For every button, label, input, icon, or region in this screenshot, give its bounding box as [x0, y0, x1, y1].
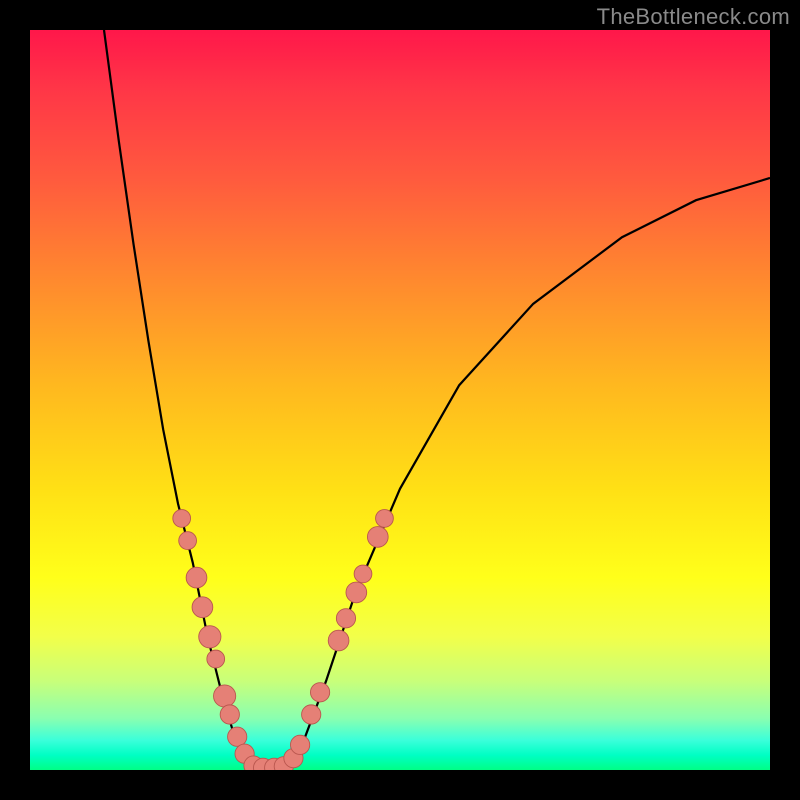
- data-marker: [376, 510, 394, 528]
- marker-group: [173, 510, 394, 770]
- curve-path: [104, 30, 770, 769]
- data-marker: [186, 567, 207, 588]
- data-marker: [328, 630, 349, 651]
- data-marker: [199, 626, 221, 648]
- chart-frame: TheBottleneck.com: [0, 0, 800, 800]
- data-marker: [302, 705, 321, 724]
- data-marker: [290, 735, 309, 754]
- data-marker: [354, 565, 372, 583]
- data-marker: [346, 582, 367, 603]
- data-marker: [336, 609, 355, 628]
- data-marker: [173, 510, 191, 528]
- data-marker: [367, 527, 388, 548]
- data-marker: [207, 650, 225, 668]
- data-marker: [228, 727, 247, 746]
- bottleneck-curve: [104, 30, 770, 769]
- plot-area: [30, 30, 770, 770]
- watermark-text: TheBottleneck.com: [597, 4, 790, 30]
- data-marker: [179, 532, 197, 550]
- curve-overlay: [30, 30, 770, 770]
- data-marker: [192, 597, 213, 618]
- data-marker: [220, 705, 239, 724]
- data-marker: [214, 685, 236, 707]
- data-marker: [310, 683, 329, 702]
